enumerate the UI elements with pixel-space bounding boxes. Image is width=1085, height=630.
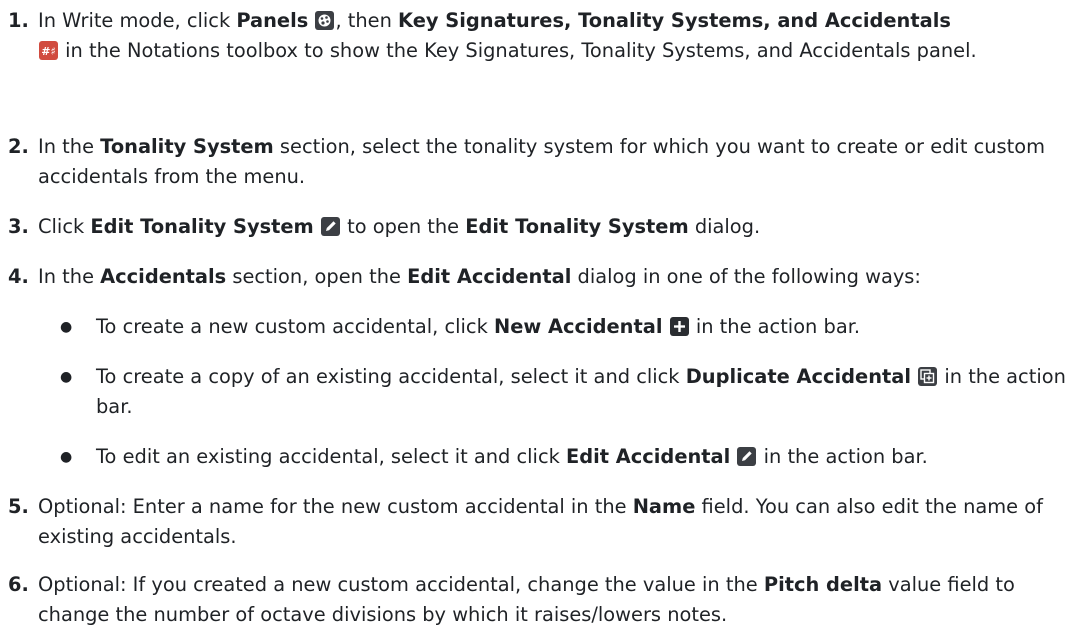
step-text: in the Notations toolbox to show the Key… (59, 39, 977, 62)
bullet-term: Edit Accidental (566, 445, 731, 468)
list-item: ● To create a new custom accidental, cli… (60, 312, 1076, 342)
bullet-term: Duplicate Accidental (685, 365, 912, 388)
bullet: ● (60, 449, 73, 465)
instruction-list: 1. In Write mode, click Panels , then Ke… (0, 0, 1085, 626)
step-number: 4. (8, 265, 29, 288)
step-term: Name (632, 495, 696, 518)
bullet-term: New Accidental (493, 315, 663, 338)
list-item: ● To create a copy of an existing accide… (60, 362, 1076, 422)
step-3: 3. Click Edit Tonality System to open th… (8, 212, 1078, 242)
step-text: In the (38, 135, 101, 158)
step-1: 1. In Write mode, click Panels , then Ke… (8, 6, 1078, 66)
step-text: Click (38, 215, 91, 238)
palette-icon (315, 11, 335, 30)
step-term: Pitch delta (763, 573, 883, 596)
step-term: Tonality System (100, 135, 274, 158)
step-term: Edit Tonality System (90, 215, 314, 238)
step-text: Optional: If you created a new custom ac… (38, 573, 764, 596)
step-6: 6. Optional: If you created a new custom… (8, 570, 1078, 630)
bullet-text: in the action bar. (689, 315, 861, 338)
list-item: ● To edit an existing accidental, select… (60, 442, 1076, 472)
step-text: Optional: Enter a name for the new custo… (38, 495, 633, 518)
step-text: dialog. (688, 215, 761, 238)
plus-icon (669, 317, 689, 336)
step-5: 5. Optional: Enter a name for the new cu… (8, 492, 1078, 552)
step-4: 4. In the Accidentals section, open the … (8, 262, 1078, 292)
bullet-text: To edit an existing accidental, select i… (96, 445, 566, 468)
step-number: 1. (8, 9, 29, 32)
step-text: dialog in one of the following ways: (571, 265, 921, 288)
bullet-text: To create a new custom accidental, click (96, 315, 494, 338)
bullet: ● (60, 319, 73, 335)
step-text: section, open the (226, 265, 408, 288)
step-term: Key Signatures, Tonality Systems, and Ac… (398, 9, 951, 32)
step-number: 6. (8, 573, 29, 596)
step-number: 3. (8, 215, 29, 238)
step-text: , then (335, 9, 399, 32)
bullet-text: in the action bar. (757, 445, 928, 468)
step-term: Panels (236, 9, 309, 32)
bullet: ● (60, 369, 73, 385)
svg-text:#♯: #♯ (41, 45, 56, 58)
pencil-icon (320, 217, 340, 236)
step-2: 2. In the Tonality System section, selec… (8, 132, 1078, 192)
step-text: In the (38, 265, 101, 288)
bullet-text: To create a copy of an existing accident… (96, 365, 686, 388)
step-number: 2. (8, 135, 29, 158)
sharp-icon: #♯ (39, 41, 58, 60)
step-term: Accidentals (100, 265, 227, 288)
step-text: to open the (347, 215, 466, 238)
duplicate-icon (918, 367, 938, 386)
step-term: Edit Accidental (407, 265, 572, 288)
pencil-icon (737, 447, 757, 466)
step-text: In Write mode, click (38, 9, 237, 32)
step-number: 5. (8, 495, 29, 518)
step-term: Edit Tonality System (465, 215, 689, 238)
